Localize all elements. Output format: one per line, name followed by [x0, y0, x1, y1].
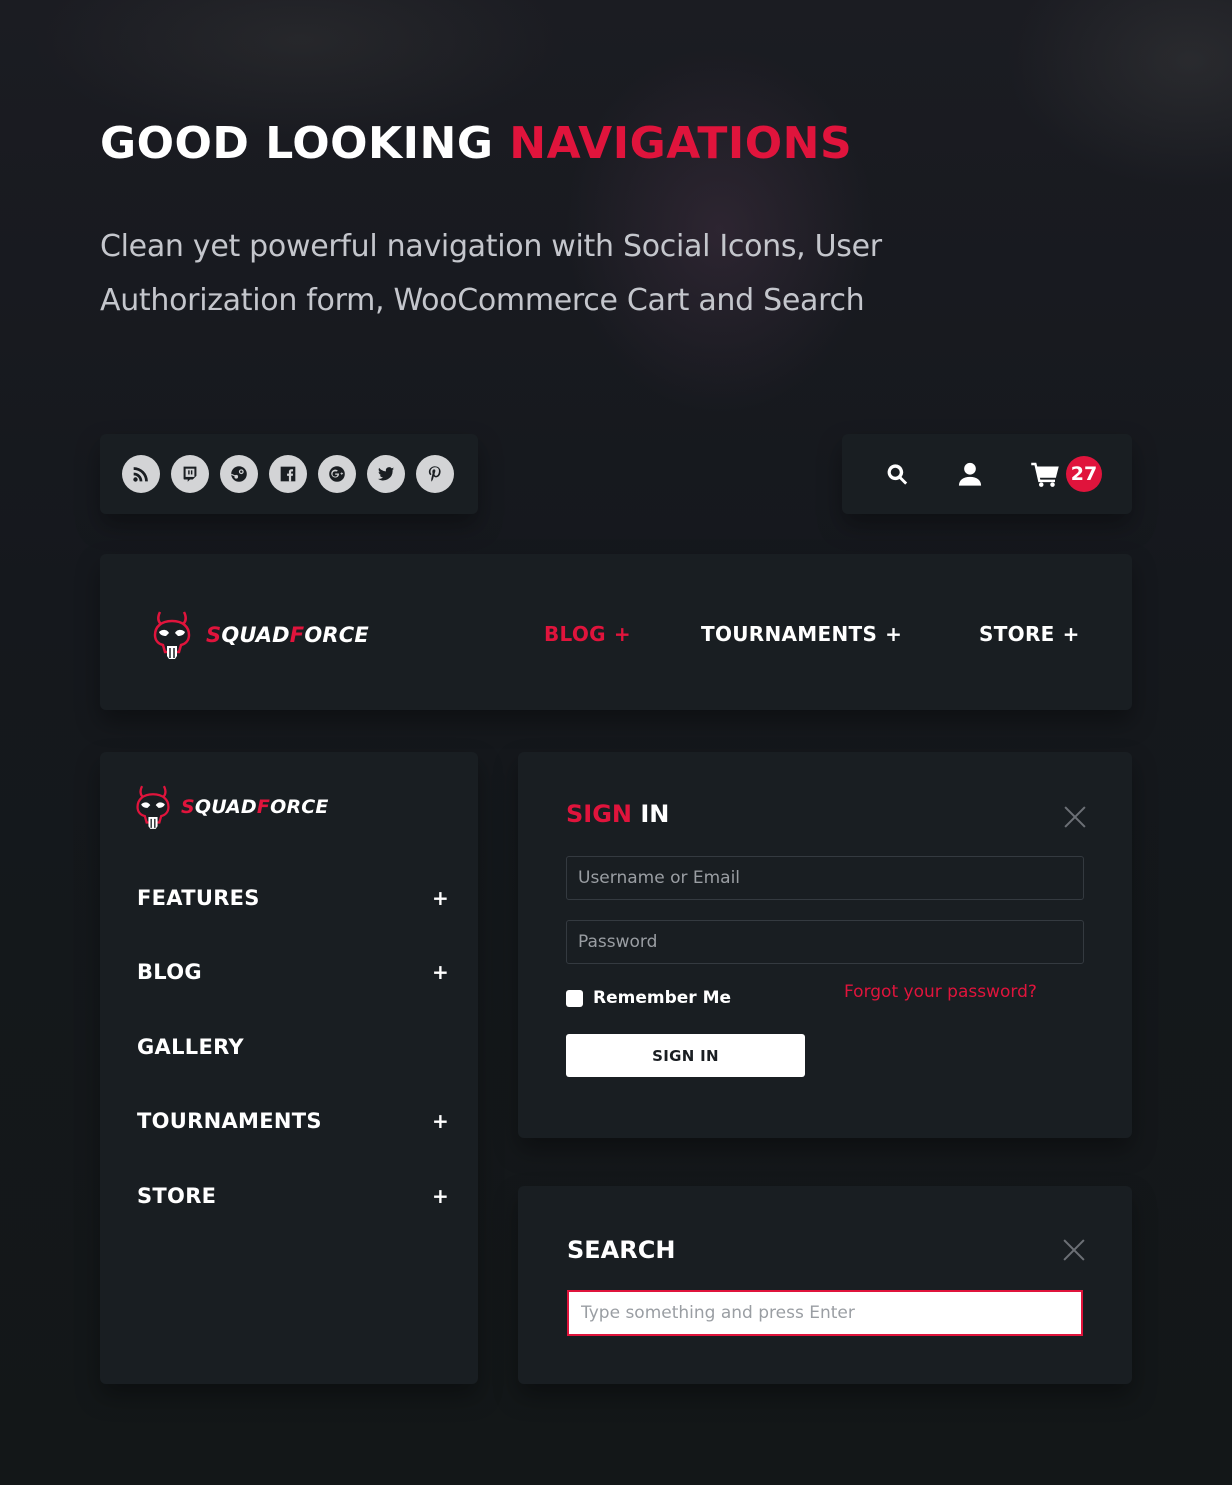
cart-icon[interactable]: [1029, 458, 1061, 490]
social-icons-bar: [100, 434, 478, 514]
side-menu-item-store[interactable]: STORE +: [137, 1184, 449, 1208]
password-field[interactable]: [566, 920, 1084, 964]
checkbox[interactable]: [566, 989, 583, 1007]
rss-icon[interactable]: [122, 455, 160, 493]
cart-count-badge: 27: [1066, 456, 1102, 492]
twitch-icon[interactable]: [171, 455, 209, 493]
mobile-side-menu: SQUADFORCE FEATURES + BLOG + GALLERY TOURN…: [100, 752, 478, 1384]
nav-item-blog[interactable]: BLOG +: [544, 622, 631, 646]
plus-icon: +: [885, 622, 903, 646]
site-logo[interactable]: SQUADFORCE: [150, 610, 369, 660]
username-field[interactable]: [566, 856, 1084, 900]
remember-me-checkbox[interactable]: Remember Me: [566, 988, 731, 1008]
plus-icon: +: [431, 1184, 449, 1208]
close-icon[interactable]: [1062, 1238, 1086, 1262]
header-tools-bar: 27: [842, 434, 1132, 514]
search-title: SEARCH: [567, 1236, 676, 1264]
remember-me-label: Remember Me: [593, 988, 732, 1008]
search-icon[interactable]: [881, 458, 913, 490]
forgot-password-link[interactable]: Forgot your password?: [844, 982, 1037, 1002]
plus-icon: +: [431, 960, 449, 984]
sign-in-title: SIGN IN: [566, 800, 670, 828]
plus-icon: +: [431, 886, 449, 910]
search-panel: SEARCH: [518, 1186, 1132, 1384]
side-menu-item-blog[interactable]: BLOG +: [137, 960, 449, 984]
logo-text: SQUADFORCE: [206, 623, 369, 647]
user-icon[interactable]: [954, 458, 986, 490]
logo-text: SQUADFORCE: [181, 796, 329, 818]
sign-in-panel: SIGN IN Remember Me Forgot your password…: [518, 752, 1132, 1138]
skull-logo-icon: [153, 611, 191, 659]
skull-logo-icon: [136, 785, 170, 829]
hero-title-main: GOOD LOOKING: [100, 118, 510, 169]
side-menu-item-features[interactable]: FEATURES +: [137, 886, 449, 910]
nav-item-tournaments[interactable]: TOURNAMENTS +: [701, 622, 902, 646]
side-menu-item-gallery[interactable]: GALLERY: [137, 1035, 449, 1059]
nav-item-store[interactable]: STORE +: [979, 622, 1080, 646]
sign-in-button[interactable]: SIGN IN: [566, 1034, 805, 1077]
hero-title-accent: NAVIGATIONS: [509, 118, 853, 169]
header-navigation: SQUADFORCE BLOG + TOURNAMENTS + STORE +: [100, 554, 1132, 710]
side-menu-item-tournaments[interactable]: TOURNAMENTS +: [137, 1109, 449, 1133]
hero-title: GOOD LOOKING NAVIGATIONS: [100, 118, 852, 169]
close-icon[interactable]: [1063, 805, 1087, 829]
google-plus-icon[interactable]: [318, 455, 356, 493]
pinterest-icon[interactable]: [416, 455, 454, 493]
twitter-icon[interactable]: [367, 455, 405, 493]
search-input[interactable]: [567, 1290, 1083, 1336]
plus-icon: +: [613, 622, 631, 646]
facebook-icon[interactable]: [269, 455, 307, 493]
side-menu-logo[interactable]: SQUADFORCE: [133, 784, 329, 830]
steam-icon[interactable]: [220, 455, 258, 493]
plus-icon: +: [1062, 622, 1080, 646]
hero-subtitle: Clean yet powerful navigation with Socia…: [100, 229, 882, 318]
plus-icon: +: [431, 1109, 449, 1133]
